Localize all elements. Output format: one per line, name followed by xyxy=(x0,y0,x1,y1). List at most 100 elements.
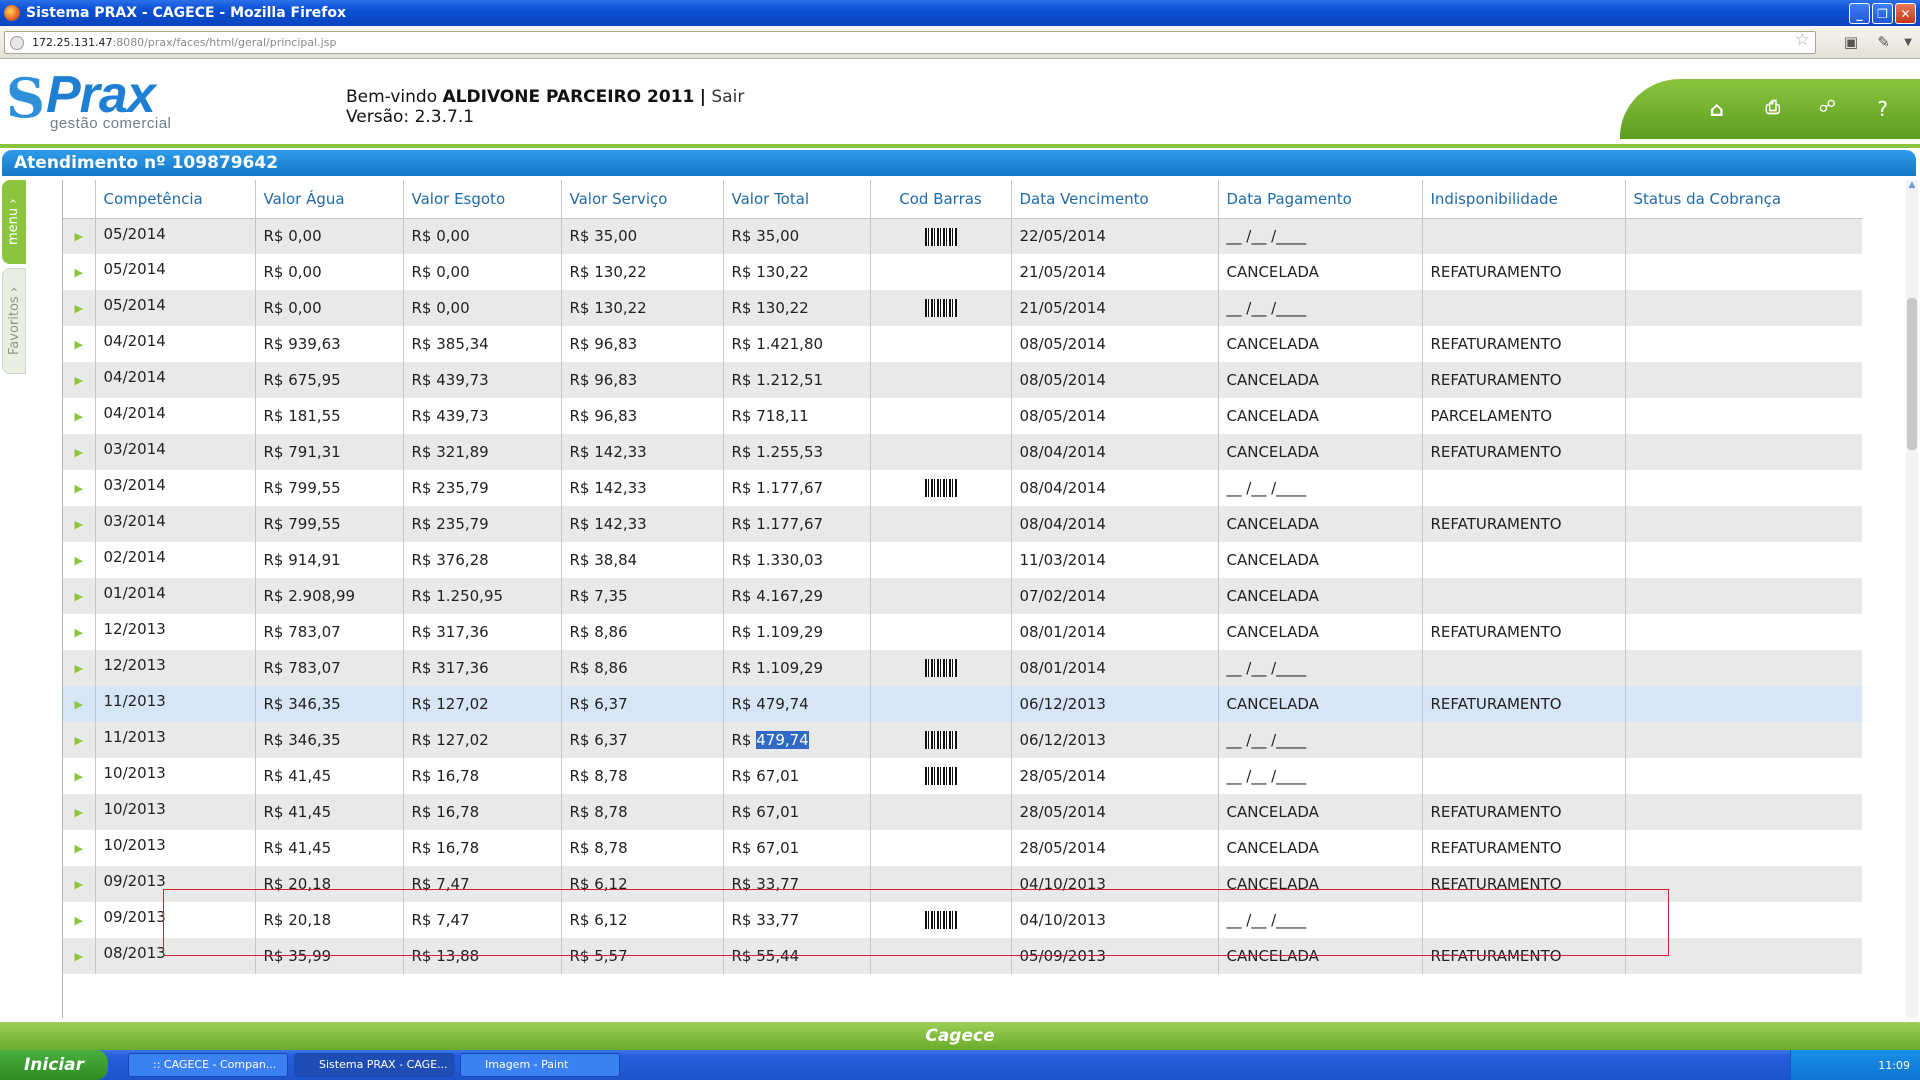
table-row[interactable]: ▶ 02/2014 R$ 914,91 R$ 376,28 R$ 38,84 R$ 1.3… xyxy=(63,542,1862,578)
scrollbar-thumb[interactable] xyxy=(1907,298,1917,450)
table-row[interactable]: ▶ 04/2014 R$ 675,95 R$ 439,73 R$ 96,83 R$ 1.2… xyxy=(63,362,1862,398)
invoice-table-container[interactable]: Competência Valor Água Valor Esgoto Valo… xyxy=(62,180,1862,1018)
status-cell xyxy=(1625,830,1862,866)
cod-barras-cell[interactable] xyxy=(870,218,1012,254)
expand-row-icon[interactable]: ▶ xyxy=(63,326,96,362)
taskbar-item-cagece[interactable]: :: CAGECE - Compan... xyxy=(128,1053,288,1077)
taskbar-item-prax[interactable]: Sistema PRAX - CAGE... xyxy=(294,1053,454,1077)
table-row[interactable]: ▶ 09/2013 R$ 20,18 R$ 7,47 R$ 6,12 R$ 33,77 04… xyxy=(63,902,1862,938)
expand-row-icon[interactable]: ▶ xyxy=(63,902,96,938)
status-cell xyxy=(1625,542,1862,578)
table-row[interactable]: ▶ 10/2013 R$ 41,45 R$ 16,78 R$ 8,78 R$ 67,01 2… xyxy=(63,794,1862,830)
barcode-icon[interactable] xyxy=(924,911,957,930)
header-competencia[interactable]: Competência xyxy=(95,180,256,219)
expand-row-icon[interactable]: ▶ xyxy=(63,470,96,506)
home-icon[interactable]: ⌂ xyxy=(1710,97,1724,121)
expand-row-icon[interactable]: ▶ xyxy=(63,254,96,290)
expand-row-icon[interactable]: ▶ xyxy=(63,794,96,830)
expand-row-icon[interactable]: ▶ xyxy=(63,938,96,974)
expand-row-icon[interactable]: ▶ xyxy=(63,686,96,722)
taskbar-item-paint[interactable]: Imagem - Paint xyxy=(460,1053,620,1077)
table-row[interactable]: ▶ 10/2013 R$ 41,45 R$ 16,78 R$ 8,78 R$ 67,01 2… xyxy=(63,758,1862,794)
table-row[interactable]: ▶ 04/2014 R$ 939,63 R$ 385,34 R$ 96,83 R$ 1.4… xyxy=(63,326,1862,362)
barcode-icon[interactable] xyxy=(924,227,957,246)
maximize-button[interactable]: ❐ xyxy=(1872,3,1893,24)
barcode-icon[interactable] xyxy=(924,659,957,678)
table-row[interactable]: ▶ 03/2014 R$ 791,31 R$ 321,89 R$ 142,33 R$ 1.… xyxy=(63,434,1862,470)
valor-agua-cell: R$ 346,35 xyxy=(255,722,404,758)
table-row[interactable]: ▶ 03/2014 R$ 799,55 R$ 235,79 R$ 142,33 R$ 1.… xyxy=(63,470,1862,506)
table-header-row: Competência Valor Água Valor Esgoto Valo… xyxy=(63,180,1862,219)
expand-row-icon[interactable]: ▶ xyxy=(63,398,96,434)
url-bar[interactable]: 172.25.131.47 :8080/prax/faces/html/gera… xyxy=(4,31,1816,54)
pagamento-cell: __ /__ /____ xyxy=(1218,902,1423,938)
table-row[interactable]: ▶ 12/2013 R$ 783,07 R$ 317,36 R$ 8,86 R$ 1.10… xyxy=(63,650,1862,686)
header-data-pagamento[interactable]: Data Pagamento xyxy=(1218,180,1423,219)
table-row[interactable]: ▶ 01/2014 R$ 2.908,99 R$ 1.250,95 R$ 7,35 R$ … xyxy=(63,578,1862,614)
cod-barras-cell[interactable] xyxy=(870,650,1012,686)
print-icon[interactable]: ⎙ xyxy=(1766,97,1780,118)
sitemap-icon[interactable]: ☍ xyxy=(1819,97,1836,117)
expand-row-icon[interactable]: ▶ xyxy=(63,362,96,398)
expand-row-icon[interactable]: ▶ xyxy=(63,650,96,686)
expand-row-icon[interactable]: ▶ xyxy=(63,614,96,650)
header-data-vencimento[interactable]: Data Vencimento xyxy=(1011,180,1219,219)
cod-barras-cell[interactable] xyxy=(870,902,1012,938)
header-status-cobranca[interactable]: Status da Cobrança xyxy=(1625,180,1862,219)
header-indisponibilidade[interactable]: Indisponibilidade xyxy=(1422,180,1626,219)
table-row[interactable]: ▶ 05/2014 R$ 0,00 R$ 0,00 R$ 35,00 R$ 35,00 22… xyxy=(63,218,1862,254)
close-button[interactable]: ✕ xyxy=(1895,3,1916,24)
valor-agua-cell: R$ 181,55 xyxy=(255,398,404,434)
header-cod-barras[interactable]: Cod Barras xyxy=(870,180,1012,219)
table-row[interactable]: ▶ 08/2013 R$ 35,99 R$ 13,88 R$ 5,57 R$ 55,44 0… xyxy=(63,938,1862,974)
minimize-button[interactable]: _ xyxy=(1849,3,1870,24)
expand-row-icon[interactable]: ▶ xyxy=(63,218,96,254)
scroll-up-arrow-icon[interactable]: ▲ xyxy=(1906,180,1918,192)
header-valor-servico[interactable]: Valor Serviço xyxy=(561,180,724,219)
table-row[interactable]: ▶ 05/2014 R$ 0,00 R$ 0,00 R$ 130,22 R$ 130,22… xyxy=(63,254,1862,290)
tray-clock: 11:09 xyxy=(1878,1058,1910,1072)
table-row[interactable]: ▶ 12/2013 R$ 783,07 R$ 317,36 R$ 8,86 R$ 1.10… xyxy=(63,614,1862,650)
table-row[interactable]: ▶ 11/2013 R$ 346,35 R$ 127,02 R$ 6,37 R$ 479,… xyxy=(63,686,1862,722)
barcode-icon[interactable] xyxy=(924,479,957,498)
expand-row-icon[interactable]: ▶ xyxy=(63,830,96,866)
barcode-icon[interactable] xyxy=(924,731,957,750)
expand-row-icon[interactable]: ▶ xyxy=(63,542,96,578)
pagamento-cell: CANCELADA xyxy=(1218,578,1423,614)
valor-total-cell: R$ 4.167,29 xyxy=(723,578,871,614)
bookmark-star-icon[interactable]: ☆ xyxy=(1795,30,1810,50)
expand-row-icon[interactable]: ▶ xyxy=(63,866,96,902)
chevron-down-icon[interactable]: ▼ xyxy=(1904,37,1912,48)
help-icon[interactable]: ? xyxy=(1877,97,1888,121)
cod-barras-cell[interactable] xyxy=(870,758,1012,794)
window-title-bar[interactable]: Sistema PRAX - CAGECE - Mozilla Firefox … xyxy=(0,0,1920,26)
table-row[interactable]: ▶ 05/2014 R$ 0,00 R$ 0,00 R$ 130,22 R$ 130,22… xyxy=(63,290,1862,326)
table-row[interactable]: ▶ 10/2013 R$ 41,45 R$ 16,78 R$ 8,78 R$ 67,01 2… xyxy=(63,830,1862,866)
barcode-icon[interactable] xyxy=(924,299,957,318)
table-row[interactable]: ▶ 09/2013 R$ 20,18 R$ 7,47 R$ 6,12 R$ 33,77 04… xyxy=(63,866,1862,902)
expand-row-icon[interactable]: ▶ xyxy=(63,506,96,542)
site-identity-icon[interactable] xyxy=(10,35,24,50)
expand-row-icon[interactable]: ▶ xyxy=(63,578,96,614)
side-tab-menu[interactable]: menu › xyxy=(2,180,26,264)
start-button[interactable]: Iniciar xyxy=(0,1050,108,1080)
table-row[interactable]: ▶ 03/2014 R$ 799,55 R$ 235,79 R$ 142,33 R$ 1.… xyxy=(63,506,1862,542)
expand-row-icon[interactable]: ▶ xyxy=(63,290,96,326)
logout-link[interactable]: Sair xyxy=(711,87,744,107)
extension-icon[interactable]: ✎ xyxy=(1877,33,1890,51)
table-row[interactable]: ▶ 04/2014 R$ 181,55 R$ 439,73 R$ 96,83 R$ 718… xyxy=(63,398,1862,434)
addon-icon[interactable]: ▣ xyxy=(1844,33,1858,51)
barcode-icon[interactable] xyxy=(924,767,957,786)
cod-barras-cell[interactable] xyxy=(870,470,1012,506)
cod-barras-cell[interactable] xyxy=(870,290,1012,326)
vertical-scrollbar[interactable]: ▲ xyxy=(1906,180,1918,1018)
side-tab-favoritos[interactable]: Favoritos › xyxy=(2,268,26,374)
expand-row-icon[interactable]: ▶ xyxy=(63,434,96,470)
expand-row-icon[interactable]: ▶ xyxy=(63,758,96,794)
table-row[interactable]: ▶ 11/2013 R$ 346,35 R$ 127,02 R$ 6,37 R$ 479,… xyxy=(63,722,1862,758)
header-valor-total[interactable]: Valor Total xyxy=(723,180,871,219)
header-valor-esgoto[interactable]: Valor Esgoto xyxy=(403,180,562,219)
header-valor-agua[interactable]: Valor Água xyxy=(255,180,404,219)
expand-row-icon[interactable]: ▶ xyxy=(63,722,96,758)
cod-barras-cell[interactable] xyxy=(870,722,1012,758)
